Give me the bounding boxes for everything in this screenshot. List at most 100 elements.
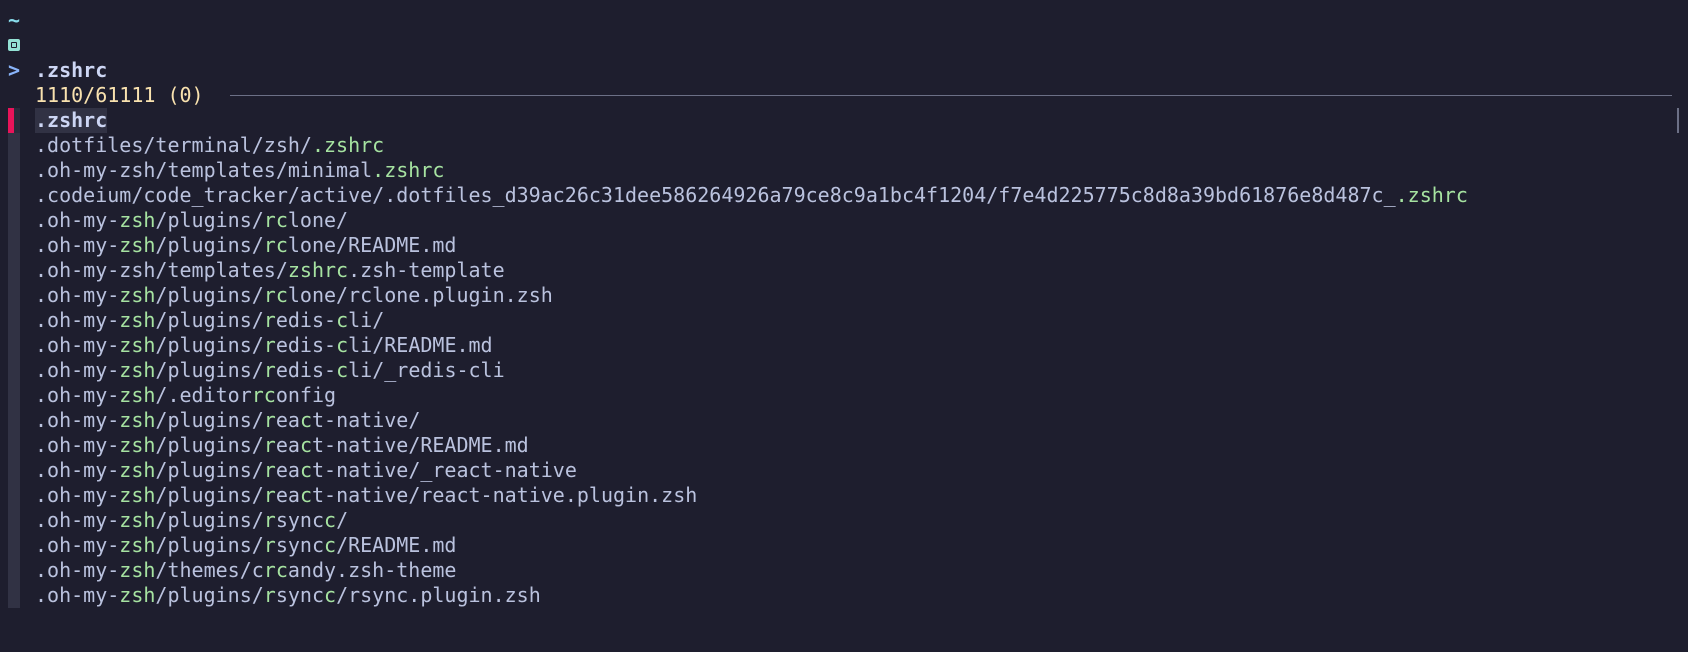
path-text: t-native/_react-native — [311, 458, 577, 482]
result-item[interactable]: .oh-my-zsh/plugins/react-native/ — [35, 408, 420, 433]
path-text: .codeium/code_tracker/active/.dotfiles_d… — [35, 183, 1396, 207]
path-text: /plugins/ — [155, 508, 264, 532]
match-highlight: rc — [263, 208, 288, 232]
match-highlight: zsh — [119, 483, 156, 507]
match-highlight: r — [263, 533, 276, 557]
result-item[interactable]: .codeium/code_tracker/active/.dotfiles_d… — [35, 183, 1468, 208]
row-gutter — [8, 408, 20, 433]
path-text: /plugins/ — [155, 283, 264, 307]
row-gutter — [8, 508, 20, 533]
row-gutter — [8, 583, 20, 608]
path-text: lone/README.md — [287, 233, 457, 257]
row-gutter — [8, 183, 20, 208]
result-item[interactable]: .dotfiles/terminal/zsh/.zshrc — [35, 133, 384, 158]
path-text: /plugins/ — [155, 583, 264, 607]
row-gutter — [8, 458, 20, 483]
path-text: li/_redis-cli — [348, 358, 505, 382]
path-text: .oh-my- — [35, 483, 120, 507]
result-item[interactable]: .oh-my-zsh/templates/minimal.zshrc — [35, 158, 444, 183]
path-text: t-native/react-native.plugin.zsh — [311, 483, 698, 507]
result-item[interactable]: .oh-my-zsh/plugins/react-native/react-na… — [35, 483, 697, 508]
path-text: .zshrc — [35, 108, 108, 132]
match-highlight: c — [324, 508, 337, 532]
path-text: .oh-my- — [35, 433, 120, 457]
scrollbar[interactable] — [1677, 108, 1679, 133]
match-highlight: c — [324, 583, 337, 607]
path-text: /rsync.plugin.zsh — [336, 583, 541, 607]
match-highlight: c — [299, 458, 312, 482]
match-highlight: zsh — [119, 208, 156, 232]
result-item[interactable]: .oh-my-zsh/plugins/redis-cli/ — [35, 308, 384, 333]
path-text: edis- — [275, 333, 337, 357]
match-highlight: zsh — [119, 308, 156, 332]
match-highlight: zshrc — [287, 258, 349, 282]
result-item-selected[interactable]: .zshrc — [35, 108, 108, 133]
result-item[interactable]: .oh-my-zsh/plugins/rsyncc/ — [35, 508, 348, 533]
prompt-arrow: > — [8, 58, 21, 82]
match-highlight: rc — [263, 558, 288, 582]
row-gutter — [8, 358, 20, 383]
match-highlight: r — [263, 358, 276, 382]
match-highlight: zsh — [119, 458, 156, 482]
match-highlight: zsh — [119, 283, 156, 307]
result-item[interactable]: .oh-my-zsh/themes/crcandy.zsh-theme — [35, 558, 456, 583]
match-highlight: zsh — [119, 433, 156, 457]
match-highlight: r — [263, 308, 276, 332]
match-highlight: zsh — [119, 583, 156, 607]
path-text: /themes/c — [155, 558, 264, 582]
match-highlight: c — [324, 533, 337, 557]
match-highlight: zsh — [119, 383, 156, 407]
path-text: /plugins/ — [155, 533, 264, 557]
path-text: /plugins/ — [155, 208, 264, 232]
row-gutter — [8, 483, 20, 508]
path-text: /plugins/ — [155, 433, 264, 457]
path-text: / — [336, 508, 349, 532]
row-gutter — [8, 233, 20, 258]
result-item[interactable]: .oh-my-zsh/plugins/rsyncc/README.md — [35, 533, 456, 558]
match-highlight: c — [299, 483, 312, 507]
path-text: ea — [275, 483, 300, 507]
result-item[interactable]: .oh-my-zsh/plugins/rclone/README.md — [35, 233, 456, 258]
match-highlight: c — [299, 408, 312, 432]
path-text: ea — [275, 408, 300, 432]
match-highlight: r — [263, 508, 276, 532]
result-item[interactable]: .oh-my-zsh/plugins/redis-cli/_redis-cli — [35, 358, 505, 383]
result-item[interactable]: .oh-my-zsh/plugins/rclone/ — [35, 208, 348, 233]
match-highlight: r — [263, 483, 276, 507]
row-gutter — [8, 558, 20, 583]
path-text: /plugins/ — [155, 408, 264, 432]
path-text: /.editor — [155, 383, 252, 407]
path-text: lone/rclone.plugin.zsh — [287, 283, 553, 307]
path-text: .oh-my- — [35, 533, 120, 557]
path-text: .dotfiles/terminal/zsh/ — [35, 133, 312, 157]
row-gutter — [8, 533, 20, 558]
info-separator — [230, 95, 1672, 96]
result-item[interactable]: .oh-my-zsh/plugins/react-native/README.m… — [35, 433, 529, 458]
path-text: lone/ — [287, 208, 349, 232]
row-gutter — [8, 258, 20, 283]
path-text: .oh-my- — [35, 558, 120, 582]
match-highlight: zsh — [119, 233, 156, 257]
match-highlight: r — [263, 583, 276, 607]
path-text: .oh-my-zsh/templates/ — [35, 258, 288, 282]
row-gutter — [8, 433, 20, 458]
path-text: onfig — [275, 383, 337, 407]
match-highlight: .zshrc — [311, 133, 385, 157]
result-item[interactable]: .oh-my-zsh/.editorrconfig — [35, 383, 336, 408]
result-item[interactable]: .oh-my-zsh/plugins/redis-cli/README.md — [35, 333, 493, 358]
path-text: sync — [275, 533, 325, 557]
path-text: .oh-my- — [35, 208, 120, 232]
path-text: .oh-my- — [35, 458, 120, 482]
path-text: andy.zsh-theme — [287, 558, 457, 582]
path-text: .zsh-template — [348, 258, 505, 282]
result-item[interactable]: .oh-my-zsh/plugins/rclone/rclone.plugin.… — [35, 283, 553, 308]
search-query-input[interactable]: .zshrc — [35, 58, 107, 83]
result-item[interactable]: .oh-my-zsh/templates/zshrc.zsh-template — [35, 258, 505, 283]
result-item[interactable]: .oh-my-zsh/plugins/react-native/_react-n… — [35, 458, 577, 483]
result-item[interactable]: .oh-my-zsh/plugins/rsyncc/rsync.plugin.z… — [35, 583, 541, 608]
path-text: .oh-my- — [35, 383, 120, 407]
path-text: .oh-my- — [35, 408, 120, 432]
match-highlight: r — [263, 408, 276, 432]
row-gutter — [8, 133, 20, 158]
row-gutter — [8, 333, 20, 358]
